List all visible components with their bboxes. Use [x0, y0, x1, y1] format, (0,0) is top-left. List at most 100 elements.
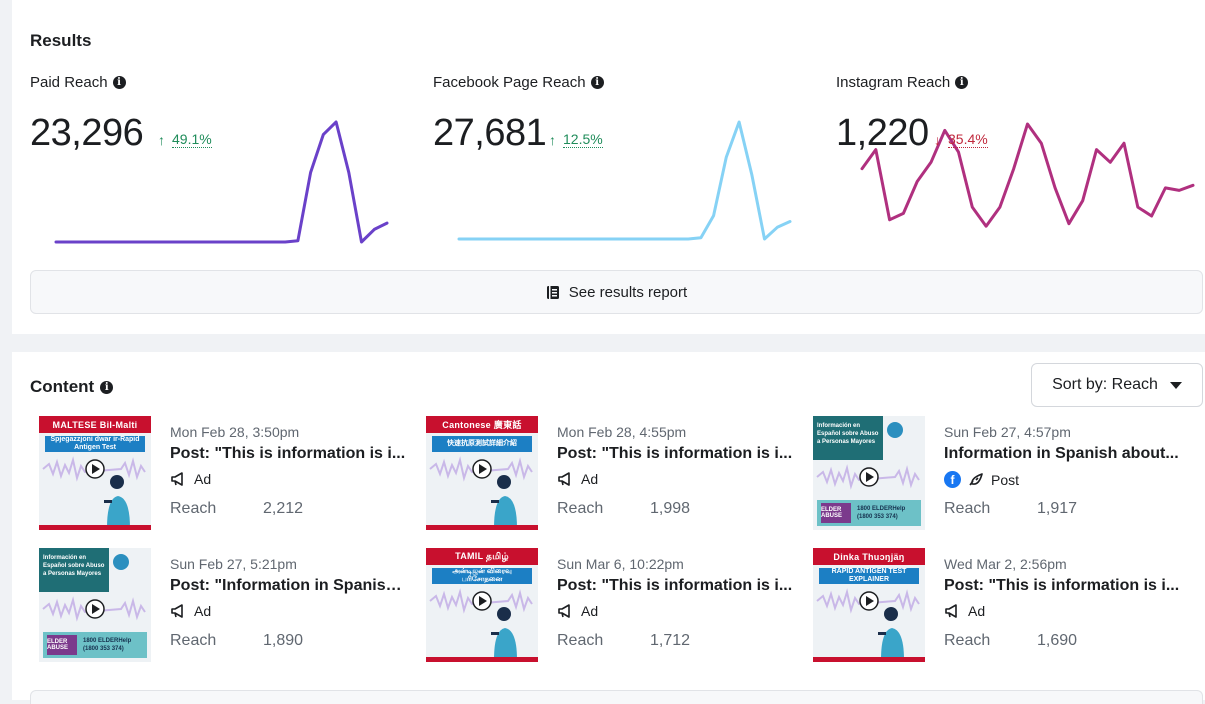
see-results-report-button[interactable]: See results report	[30, 270, 1203, 314]
thumbnail-header: Información en Español sobre Abuso a Per…	[813, 416, 883, 460]
megaphone-icon	[558, 472, 570, 486]
reach-value: 1,890	[263, 632, 304, 649]
post-type: f Post	[944, 471, 1019, 488]
person-illustration	[491, 607, 517, 660]
content-post[interactable]: Información en Español sobre Abuso a Per…	[813, 416, 1193, 530]
megaphone-icon	[171, 472, 183, 486]
info-icon[interactable]: i	[100, 380, 114, 394]
thumbnail-banner: Dinka Thuɔŋjäŋ	[813, 548, 925, 565]
sort-dropdown[interactable]: Sort by: Reach	[1031, 363, 1203, 407]
content-post[interactable]: Dinka Thuɔŋjäŋ RAPID ANTIGEN TEST EXPLAI…	[813, 548, 1193, 662]
post-type: Ad	[170, 471, 211, 487]
elder-abuse-banner: ELDER ABUSE 1800 ELDERHelp (1800 353 374…	[817, 500, 921, 526]
logo-icon	[887, 422, 903, 438]
metric-label-text: Facebook Page Reach	[433, 74, 586, 91]
sort-label: Sort by: Reach	[1052, 376, 1158, 393]
content-title: Content i	[30, 377, 114, 397]
reach-label: Reach	[557, 632, 604, 649]
post-title[interactable]: Post: "Information in Spanish...	[170, 577, 408, 595]
elder-abuse-logo: ELDER ABUSE	[47, 635, 77, 655]
facebook-icon: f	[944, 471, 961, 488]
post-type-label: Ad	[581, 471, 599, 487]
metric-delta: ↑ 12.5%	[549, 131, 603, 148]
info-icon[interactable]: i	[955, 76, 969, 89]
reach-label: Reach	[557, 500, 604, 517]
post-type: Ad	[944, 603, 985, 619]
metric-value: 23,296	[30, 112, 144, 154]
audio-wave-icon	[42, 596, 146, 622]
post-title[interactable]: Post: "This is information is i...	[557, 445, 792, 463]
audio-wave-icon	[816, 464, 920, 490]
post-type: Ad	[557, 603, 598, 619]
reach-value: 1,690	[1037, 632, 1078, 649]
boost-rocket-icon	[969, 472, 983, 485]
post-type: Ad	[557, 471, 598, 487]
delta-percent[interactable]: 35.4%	[948, 131, 988, 148]
thumbnail-footer	[39, 525, 151, 530]
post-title[interactable]: Post: "This is information is i...	[170, 445, 405, 463]
post-type-label: Ad	[194, 603, 212, 619]
content-title-text: Content	[30, 377, 95, 396]
metric-label: Instagram Reach i	[836, 74, 1193, 91]
reach-label: Reach	[944, 632, 991, 649]
report-icon	[546, 285, 559, 299]
reach-label: Reach	[944, 500, 991, 517]
arrow-up-icon: ↑	[549, 131, 556, 148]
post-title[interactable]: Information in Spanish about...	[944, 445, 1179, 463]
content-post[interactable]: Información en Español sobre Abuso a Per…	[39, 548, 419, 662]
audio-wave-icon	[42, 456, 146, 482]
content-post[interactable]: Cantonese 廣東話 快速抗原測試詳細介紹 Mon Feb 28, 4:5…	[426, 416, 806, 530]
metric-label-text: Paid Reach	[30, 74, 108, 91]
post-thumbnail: MALTESE Bil-Malti Spjegazzjoni dwar ir-R…	[39, 416, 151, 530]
logo-icon	[113, 554, 129, 570]
thumbnail-banner: MALTESE Bil-Malti	[39, 416, 151, 433]
post-thumbnail: Información en Español sobre Abuso a Per…	[813, 416, 925, 530]
metric-value: 1,220	[836, 112, 929, 154]
thumbnail-subtitle: 快速抗原測試詳細介紹	[432, 436, 532, 452]
content-card: Content i Sort by: Reach MALTESE Bil-Mal…	[12, 352, 1205, 704]
content-post[interactable]: MALTESE Bil-Malti Spjegazzjoni dwar ir-R…	[39, 416, 419, 530]
arrow-up-icon: ↑	[158, 131, 165, 148]
caret-down-icon	[1169, 381, 1182, 389]
post-thumbnail: Dinka Thuɔŋjäŋ RAPID ANTIGEN TEST EXPLAI…	[813, 548, 925, 662]
post-thumbnail: TAMIL தமிழ் அன்டிஜன் விரைவு பரிசோதனை	[426, 548, 538, 662]
post-type-label: Ad	[194, 471, 212, 487]
reach-label: Reach	[170, 500, 217, 517]
thumbnail-header-text: Información en Español sobre Abuso a Per…	[817, 423, 879, 445]
elder-abuse-logo: ELDER ABUSE	[821, 503, 851, 523]
metric-label: Facebook Page Reach i	[433, 74, 803, 91]
post-date: Mon Feb 28, 3:50pm	[170, 424, 300, 440]
results-title: Results	[30, 31, 92, 50]
content-post[interactable]: TAMIL தமிழ் அன்டிஜன் விரைவு பரிசோதனை Sun…	[426, 548, 806, 662]
post-date: Sun Feb 27, 4:57pm	[944, 424, 1071, 440]
audio-wave-icon	[816, 588, 920, 614]
post-type: Ad	[170, 603, 211, 619]
post-date: Mon Feb 28, 4:55pm	[557, 424, 687, 440]
delta-percent[interactable]: 49.1%	[172, 131, 212, 148]
next-section-edge	[30, 690, 1203, 704]
person-illustration	[878, 607, 904, 660]
reach-label: Reach	[170, 632, 217, 649]
post-title[interactable]: Post: "This is information is i...	[557, 577, 792, 595]
post-date: Wed Mar 2, 2:56pm	[944, 556, 1067, 572]
thumbnail-footer	[813, 657, 925, 662]
audio-wave-icon	[429, 456, 533, 482]
post-title[interactable]: Post: "This is information is i...	[944, 577, 1179, 595]
reach-value: 1,917	[1037, 500, 1078, 517]
results-card: Results Paid Reach i 23,296 ↑ 49.1% Face…	[12, 0, 1205, 334]
post-type-label: Ad	[968, 603, 986, 619]
metric-label-text: Instagram Reach	[836, 74, 951, 91]
reach-value: 1,712	[650, 632, 691, 649]
delta-percent[interactable]: 12.5%	[563, 131, 603, 148]
info-icon[interactable]: i	[112, 76, 126, 89]
thumbnail-footer	[426, 657, 538, 662]
info-icon[interactable]: i	[590, 76, 604, 89]
thumbnail-banner: Cantonese 廣東話	[426, 416, 538, 433]
elder-abuse-phone: 1800 ELDERHelp (1800 353 374)	[83, 638, 132, 652]
post-type-label: Post	[991, 471, 1020, 488]
arrow-down-icon: ↓	[934, 131, 941, 148]
person-illustration	[491, 475, 517, 528]
post-date: Sun Mar 6, 10:22pm	[557, 556, 684, 572]
reach-value: 1,998	[650, 500, 691, 517]
metric-paid-reach: Paid Reach i 23,296 ↑ 49.1%	[30, 74, 400, 254]
